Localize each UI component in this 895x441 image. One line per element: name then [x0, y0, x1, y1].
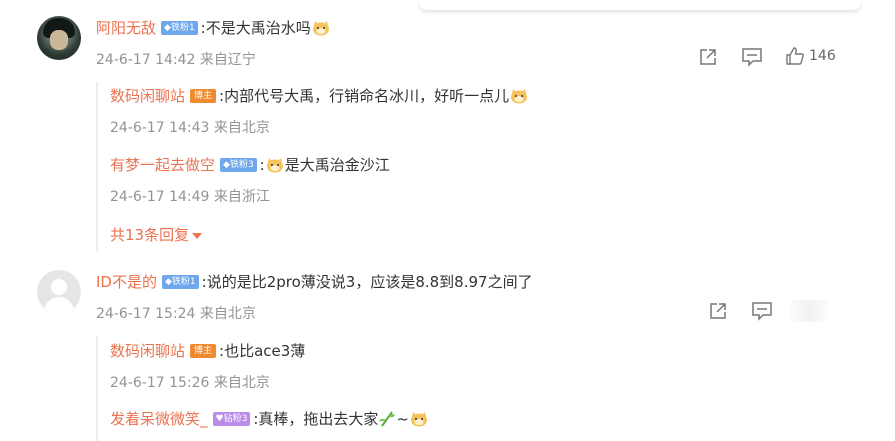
reply-username[interactable]: 数码闲聊站	[110, 85, 185, 106]
username[interactable]: 阿阳无敌	[96, 17, 156, 38]
caret-down-icon	[192, 232, 203, 239]
comment-line: ID不是的 ◆ 铁粉1 :说的是比2pro薄没说3，应该是8.8到8.97之间了	[96, 271, 533, 292]
like-button-placeholder	[790, 300, 828, 322]
reply-line: 有梦一起去做空 ◆ 铁粉3 : 是大禹治金沙江	[110, 154, 390, 175]
comment-line: 阿阳无敌 ◆ 铁粉1 :不是大禹治水吗	[96, 17, 331, 38]
reply-username[interactable]: 发着呆微微笑_	[110, 408, 208, 429]
bamboo-emoji	[379, 410, 396, 427]
share-icon	[700, 49, 716, 65]
reply-time: 24-6-17 14:43 来自北京	[110, 120, 270, 136]
reply-text: :真棒，拖出去大家	[253, 410, 379, 428]
replies-divider	[96, 336, 98, 441]
comment-button[interactable]	[741, 47, 763, 67]
popup-edge	[420, 0, 860, 10]
reply-text-suffix: ~	[396, 409, 409, 428]
reply-username[interactable]: 数码闲聊站	[110, 340, 185, 361]
avatar[interactable]	[37, 270, 81, 314]
reply-text: :也比ace3薄	[219, 342, 306, 360]
replies-divider	[96, 82, 98, 252]
comment-icon	[752, 302, 772, 321]
doge-emoji	[312, 20, 329, 35]
more-replies-link[interactable]: 共13条回复	[110, 224, 203, 245]
share-button[interactable]	[698, 47, 718, 67]
comment-time: 24-6-17 14:42 来自辽宁	[96, 52, 256, 68]
comment-text: :说的是比2pro薄没说3，应该是8.8到8.97之间了	[201, 273, 533, 291]
doge-emoji	[266, 157, 283, 172]
comment-text: :不是大禹治水吗	[200, 19, 311, 37]
reply-line: 发着呆微微笑_ ♥ 钻粉3 :真棒，拖出去大家 ~	[110, 408, 429, 429]
like-button[interactable]: 146	[785, 46, 836, 66]
comment-icon	[742, 48, 762, 67]
reply-text-prefix: :	[259, 155, 265, 174]
doge-emoji	[511, 88, 528, 103]
fan-badge[interactable]: ◆ 铁粉3	[220, 157, 257, 172]
host-badge: 博主	[190, 343, 217, 358]
like-count: 146	[809, 48, 836, 64]
reply-username[interactable]: 有梦一起去做空	[110, 154, 215, 175]
comment-time: 24-6-17 15:24 来自北京	[96, 306, 256, 322]
doge-emoji	[410, 411, 427, 426]
diamond-fan-badge[interactable]: ♥ 钻粉3	[212, 411, 251, 426]
like-icon	[786, 47, 804, 65]
reply-line: 数码闲聊站 博主 :也比ace3薄	[110, 340, 305, 361]
host-badge: 博主	[190, 88, 217, 103]
fan-badge[interactable]: ◆ 铁粉1	[161, 274, 199, 289]
avatar[interactable]	[37, 16, 81, 60]
reply-text: 是大禹治金沙江	[284, 156, 390, 174]
comment-button[interactable]	[751, 301, 773, 321]
fan-badge[interactable]: ◆ 铁粉1	[161, 20, 198, 35]
reply-time: 24-6-17 15:26 来自北京	[110, 375, 270, 391]
share-icon	[710, 303, 726, 319]
username[interactable]: ID不是的	[96, 271, 157, 292]
reply-line: 数码闲聊站 博主 :内部代号大禹，行销命名冰川，好听一点儿	[110, 85, 529, 106]
reply-text: :内部代号大禹，行销命名冰川，好听一点儿	[219, 87, 510, 105]
share-button[interactable]	[708, 301, 728, 321]
reply-time: 24-6-17 14:49 来自浙江	[110, 189, 270, 205]
